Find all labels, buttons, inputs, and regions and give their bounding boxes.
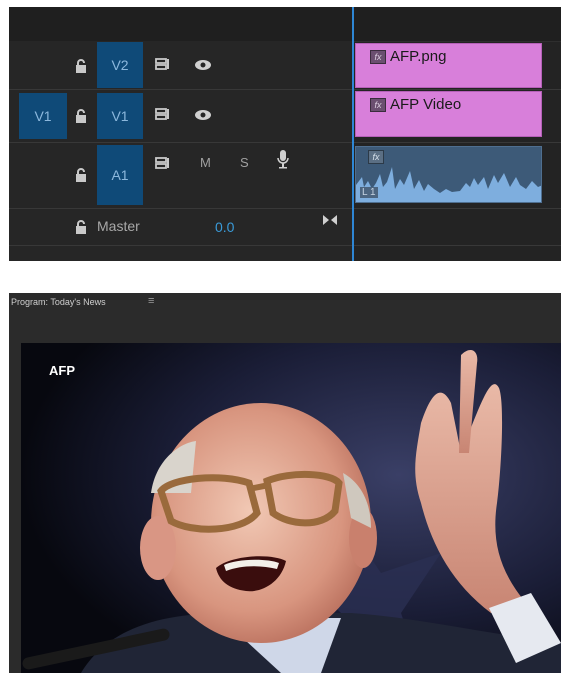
sync-lock-icon[interactable] bbox=[153, 56, 173, 72]
eye-icon[interactable] bbox=[193, 107, 213, 123]
track-v1-toggle[interactable]: V1 bbox=[97, 93, 143, 139]
program-monitor: Program: Today's News ≡ AFP bbox=[9, 293, 561, 673]
fx-badge: fx bbox=[370, 98, 386, 112]
sync-lock-icon[interactable] bbox=[153, 106, 173, 122]
timeline-ruler[interactable] bbox=[9, 7, 561, 42]
sync-lock-icon[interactable] bbox=[153, 155, 173, 171]
video-frame: AFP bbox=[21, 343, 561, 673]
afp-watermark: AFP bbox=[49, 363, 75, 378]
clip-label: AFP.png bbox=[390, 48, 447, 65]
eye-icon[interactable] bbox=[193, 57, 213, 73]
timeline-panel: V2 V1 V1 A1 M S Master 0.0 fx AFP.png fx… bbox=[9, 7, 561, 261]
microphone-icon[interactable] bbox=[273, 150, 293, 169]
source-v1-target[interactable]: V1 bbox=[19, 93, 67, 139]
track-v2-toggle[interactable]: V2 bbox=[97, 42, 143, 88]
lock-icon[interactable] bbox=[73, 167, 89, 183]
clip-label: AFP Video bbox=[390, 96, 462, 113]
hamburger-menu-icon[interactable]: ≡ bbox=[148, 295, 154, 307]
audio-channel-label: L 1 bbox=[360, 187, 378, 198]
track-v2-header bbox=[9, 41, 353, 90]
speaker-photo bbox=[21, 343, 561, 673]
program-monitor-title[interactable]: Program: Today's News bbox=[11, 297, 106, 307]
master-volume-value[interactable]: 0.0 bbox=[215, 219, 234, 235]
track-a1-header bbox=[9, 143, 353, 209]
playhead[interactable] bbox=[352, 7, 354, 261]
solo-button[interactable]: S bbox=[240, 155, 249, 170]
mute-button[interactable]: M bbox=[200, 155, 211, 170]
lock-icon[interactable] bbox=[73, 108, 89, 124]
clip-afp-png[interactable]: fx AFP.png bbox=[355, 43, 542, 88]
audio-waveform bbox=[356, 167, 541, 202]
lock-icon[interactable] bbox=[73, 219, 89, 235]
clip-afp-video[interactable]: fx AFP Video bbox=[355, 91, 542, 137]
track-master-lane[interactable] bbox=[353, 209, 561, 246]
clip-audio[interactable]: fx L 1 bbox=[355, 146, 542, 203]
track-a1-toggle[interactable]: A1 bbox=[97, 145, 143, 205]
keyframe-icon[interactable] bbox=[320, 212, 340, 228]
track-master-header bbox=[9, 209, 353, 246]
lock-icon[interactable] bbox=[73, 58, 89, 74]
master-track-label: Master bbox=[97, 218, 140, 234]
fx-badge: fx bbox=[370, 50, 386, 64]
